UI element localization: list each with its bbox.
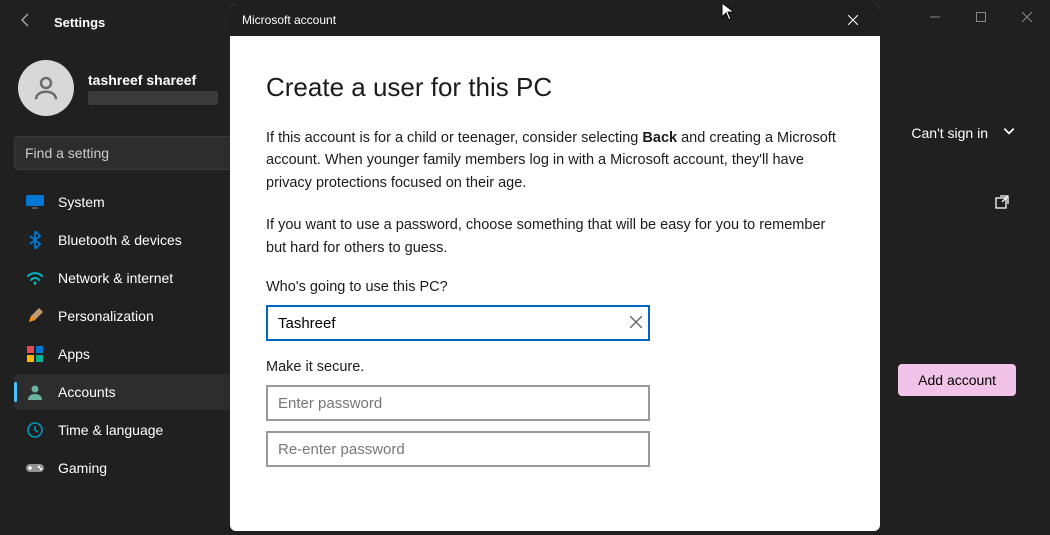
password-field[interactable] <box>266 385 650 421</box>
microsoft-account-dialog: Microsoft account Create a user for this… <box>230 4 880 531</box>
cursor-icon <box>721 4 737 25</box>
profile-name: tashreef shareef <box>88 72 218 88</box>
sidebar-item-label: Apps <box>58 346 90 362</box>
open-external-icon[interactable] <box>994 194 1010 215</box>
sidebar-item-label: Gaming <box>58 460 107 476</box>
sidebar-item-label: Personalization <box>58 308 154 324</box>
clear-input-icon[interactable] <box>630 315 642 331</box>
system-icon <box>26 193 44 211</box>
maximize-button[interactable] <box>958 0 1004 34</box>
confirm-password-field[interactable] <box>266 431 650 467</box>
accounts-icon <box>26 383 44 401</box>
sidebar-item-label: System <box>58 194 105 210</box>
gaming-icon <box>26 459 44 477</box>
username-field[interactable] <box>266 305 650 341</box>
dialog-title: Microsoft account <box>242 13 336 27</box>
minimize-button[interactable] <box>912 0 958 34</box>
add-account-button[interactable]: Add account <box>898 364 1016 396</box>
close-window-button[interactable] <box>1004 0 1050 34</box>
dialog-paragraph-2: If you want to use a password, choose so… <box>266 214 844 259</box>
dialog-paragraph-1: If this account is for a child or teenag… <box>266 127 844 194</box>
app-title: Settings <box>54 15 105 30</box>
time-icon <box>26 421 44 439</box>
back-icon[interactable] <box>18 12 36 33</box>
sidebar-item-label: Bluetooth & devices <box>58 232 182 248</box>
profile-email-redacted <box>88 91 218 105</box>
sidebar-item-label: Network & internet <box>58 270 173 286</box>
cant-sign-in-dropdown[interactable]: Can't sign in <box>911 124 1016 141</box>
sidebar-item-label: Time & language <box>58 422 163 438</box>
chevron-down-icon <box>1002 124 1016 141</box>
password-section-label: Make it secure. <box>266 359 844 375</box>
bluetooth-icon <box>26 231 44 249</box>
username-label: Who's going to use this PC? <box>266 279 844 295</box>
network-icon <box>26 269 44 287</box>
dialog-close-button[interactable] <box>830 4 876 36</box>
sidebar-item-label: Accounts <box>58 384 116 400</box>
dialog-heading: Create a user for this PC <box>266 72 844 103</box>
search-placeholder: Find a setting <box>25 145 109 161</box>
apps-icon <box>26 345 44 363</box>
avatar <box>18 60 74 116</box>
personalization-icon <box>26 307 44 325</box>
cant-sign-in-label: Can't sign in <box>911 125 988 141</box>
